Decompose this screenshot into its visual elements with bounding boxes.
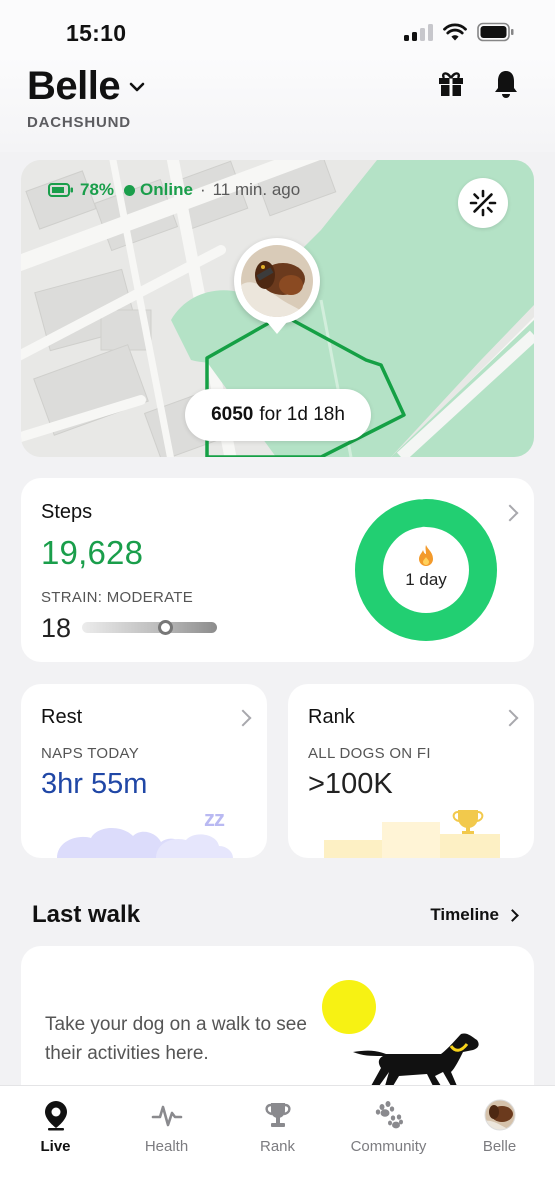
tab-live[interactable]: Live <box>0 1098 111 1155</box>
location-pin-icon <box>44 1101 67 1131</box>
locate-icon <box>469 189 497 217</box>
battery-level-icon <box>48 183 73 197</box>
naps-label: NAPS TODAY <box>41 745 140 762</box>
battery-percent: 78% <box>80 180 115 199</box>
rest-value: 3hr 55m <box>41 768 148 800</box>
paw-icon <box>375 1101 403 1129</box>
tab-community[interactable]: Community <box>333 1098 444 1155</box>
rank-caption: ALL DOGS ON FI <box>308 745 431 762</box>
chevron-right-icon <box>501 709 519 727</box>
gift-icon <box>439 72 463 96</box>
status-separator: · <box>199 180 206 199</box>
rest-title: Rest <box>41 706 83 728</box>
wifi-icon <box>443 23 467 41</box>
map-card[interactable]: 78% Online · 11 min. ago 6050 for 1d 18h <box>21 160 534 457</box>
device-status: 78% Online · 11 min. ago <box>48 180 300 200</box>
tab-label: Community <box>350 1138 427 1155</box>
pill-text: for 1d 18h <box>259 404 345 425</box>
dog-avatar-icon <box>484 1099 515 1131</box>
last-walk-card: Take your dog on a walk to see their act… <box>21 946 534 1106</box>
strain-value: 18 <box>41 613 72 643</box>
timeline-link[interactable]: Timeline <box>430 905 519 925</box>
online-status: Online <box>140 180 193 199</box>
chevron-right-icon <box>506 908 519 922</box>
steps-value: 19,628 <box>41 534 144 571</box>
dog-switcher[interactable]: Belle <box>27 64 146 109</box>
strain-label: STRAIN: MODERATE <box>41 589 194 606</box>
rank-title: Rank <box>308 706 355 728</box>
tab-health[interactable]: Health <box>111 1098 222 1155</box>
status-icons <box>404 22 515 42</box>
cloud-illustration <box>57 827 233 858</box>
tab-label: Rank <box>259 1138 296 1155</box>
dog-avatar-icon <box>241 245 313 317</box>
timeline-label: Timeline <box>430 905 499 924</box>
rank-card[interactable]: Rank ALL DOGS ON FI >100K <box>288 684 534 858</box>
last-seen: 11 min. ago <box>212 180 301 199</box>
rest-card[interactable]: Rest NAPS TODAY 3hr 55m zz <box>21 684 267 858</box>
bell-icon <box>495 71 517 98</box>
status-bar: 15:10 <box>0 0 555 64</box>
tab-label: Health <box>144 1138 189 1155</box>
tab-rank[interactable]: Rank <box>222 1098 333 1155</box>
tab-label: Belle <box>482 1138 517 1155</box>
strain-indicator <box>158 620 173 635</box>
sleep-zz: zz <box>204 806 225 831</box>
chevron-right-icon <box>501 504 519 522</box>
online-dot-icon <box>124 184 136 196</box>
tab-label: Live <box>40 1138 71 1155</box>
dog-breed: DACHSHUND <box>27 114 131 131</box>
status-time: 15:10 <box>66 20 127 46</box>
steps-title: Steps <box>41 501 93 523</box>
pill-value: 6050 <box>211 404 254 425</box>
battery-icon <box>477 22 514 42</box>
chevron-down-icon <box>129 82 145 91</box>
pulse-icon <box>151 1105 182 1127</box>
chevron-right-icon <box>234 709 252 727</box>
notifications-button[interactable] <box>490 68 522 100</box>
gift-button[interactable] <box>435 68 467 100</box>
dog-location-pin[interactable] <box>234 238 320 334</box>
tab-profile[interactable]: Belle <box>444 1098 555 1155</box>
strain-bar <box>82 622 217 633</box>
trophy-icon <box>264 1103 291 1127</box>
cellular-signal-icon <box>404 23 433 41</box>
last-walk-title: Last walk <box>32 901 141 928</box>
tab-bar: Live Health Rank Community Belle <box>0 1085 555 1200</box>
location-duration-pill[interactable]: 6050 for 1d 18h <box>185 389 371 441</box>
steps-card[interactable]: Steps 19,628 STRAIN: MODERATE 18 1 day <box>21 478 534 662</box>
flame-icon <box>419 545 433 566</box>
recenter-button[interactable] <box>458 178 508 228</box>
header: Belle DACHSHUND <box>0 56 555 152</box>
rank-value: >100K <box>308 768 393 800</box>
streak-label: 1 day <box>405 570 447 589</box>
podium-illustration <box>324 810 500 858</box>
dog-name: Belle <box>27 64 121 108</box>
last-walk-empty-text: Take your dog on a walk to see their act… <box>45 1014 307 1064</box>
